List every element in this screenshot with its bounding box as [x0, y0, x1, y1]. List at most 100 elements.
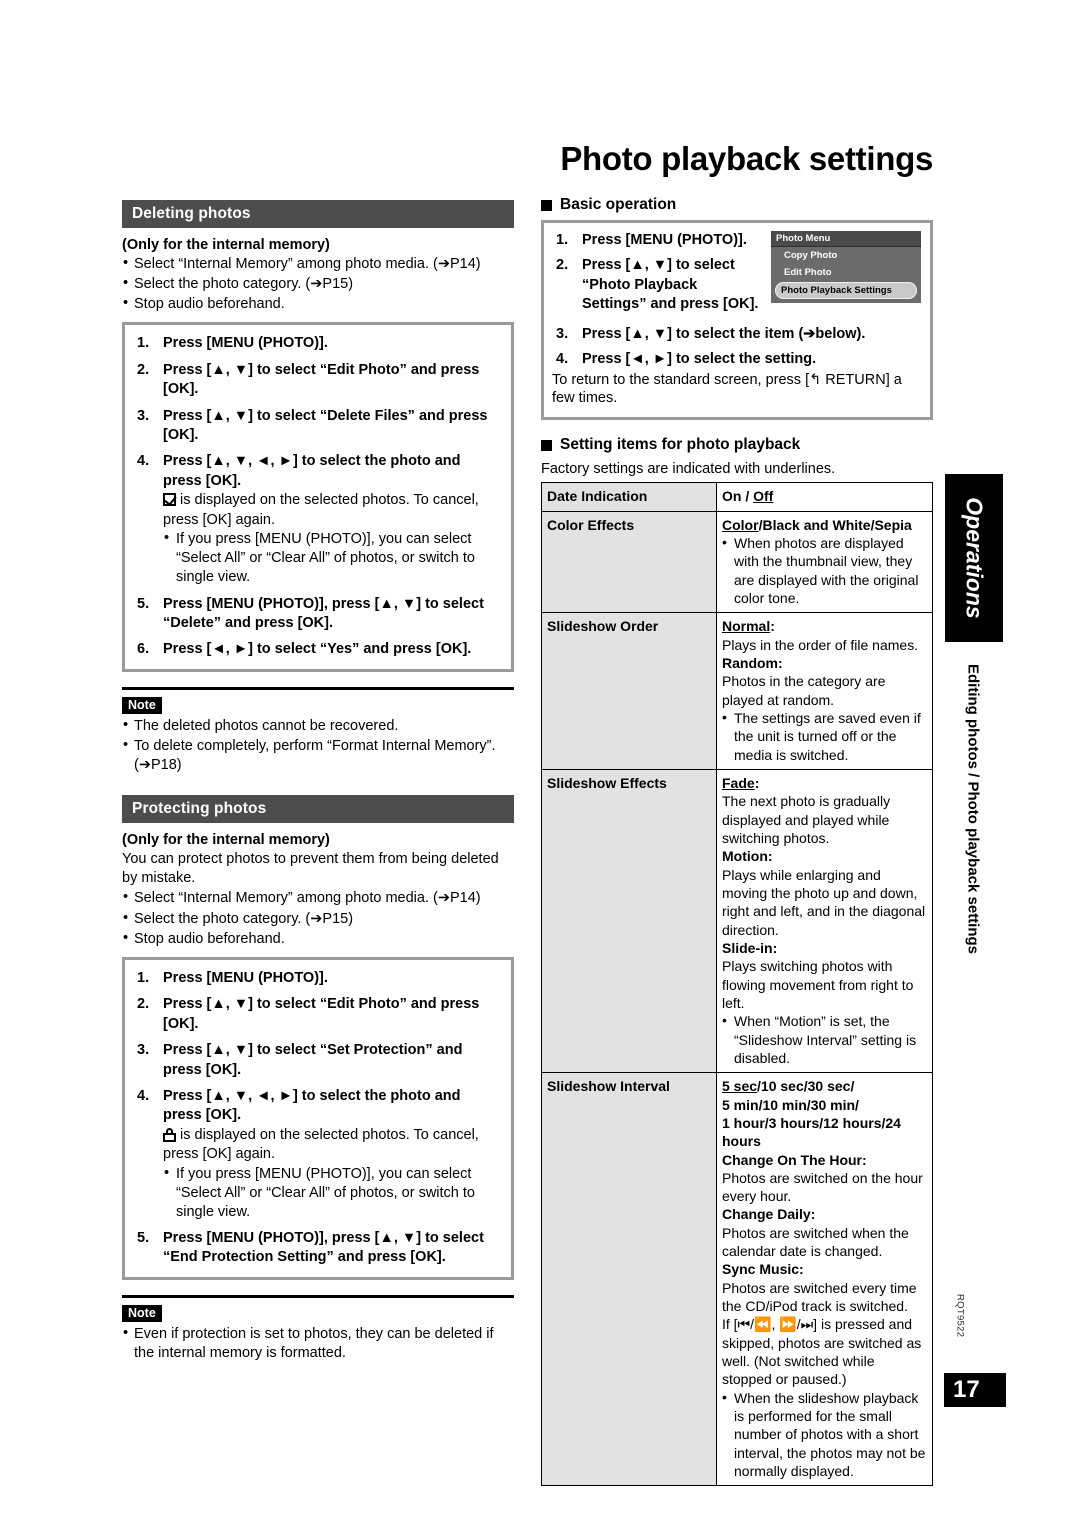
step-3: Press [▲, ▼] to select the item (➔below)…: [556, 325, 866, 345]
entry-desc: Plays while enlarging and moving the pho…: [722, 866, 926, 938]
step-4-detail-text: is displayed on the selected photos. To …: [163, 492, 479, 528]
setting-notes: When photos are displayed with the thumb…: [722, 533, 927, 607]
basic-operation-row: Press [MENU (PHOTO)]. Press [▲, ▼] to se…: [552, 231, 921, 321]
square-bullet-icon: [541, 199, 552, 211]
photo-menu-item-photo-playback-settings[interactable]: Photo Playback Settings: [775, 282, 917, 299]
settings-table: Date Indication On / Off Color Effects C…: [541, 482, 933, 1487]
manual-page: Deleting photos (Only for the internal m…: [0, 0, 1080, 1528]
step-2: Press [▲, ▼] to select “Edit Photo” and …: [133, 361, 501, 400]
setting-key: Date Indication: [541, 482, 717, 512]
entry-desc: Plays switching photos with flowing move…: [722, 958, 914, 1011]
list-item: To delete completely, perform “Format In…: [122, 736, 514, 775]
table-row: Slideshow Effects Fade: The next photo i…: [541, 768, 933, 1074]
table-row: Slideshow Interval 5 sec/10 sec/30 sec/ …: [541, 1072, 933, 1487]
step-text: Press [▲, ▼, ◄, ►] to select the photo a…: [163, 1087, 461, 1124]
step-4: Press [▲, ▼, ◄, ►] to select the photo a…: [133, 452, 501, 587]
setting-default: 5 sec: [722, 1078, 758, 1095]
setting-entry: Slide-in:: [722, 939, 778, 956]
step-text: Press [MENU (PHOTO)].: [163, 969, 328, 986]
list-item: When “Motion” is set, the “Slideshow Int…: [722, 1011, 927, 1067]
section-header-deleting-photos: Deleting photos: [122, 200, 514, 228]
lock-icon: [163, 1127, 176, 1142]
setting-key: Slideshow Effects: [541, 768, 717, 1074]
interval-options-line-3: 1 hour/3 hours/12 hours/24 hours: [722, 1114, 901, 1150]
setting-items-subtitle: Factory settings are indicated with unde…: [541, 461, 836, 478]
setting-default-off: Off: [753, 488, 774, 505]
step-5: Press [MENU (PHOTO)], press [▲, ▼] to se…: [133, 1229, 501, 1268]
step-4: Press [◄, ►] to select the setting.: [556, 350, 817, 370]
interval-options-line-1: 5 sec/10 sec/30 sec/: [722, 1078, 855, 1095]
step-text: Press [MENU (PHOTO)], press [▲, ▼] to se…: [163, 1229, 484, 1266]
setting-notes: When “Motion” is set, the “Slideshow Int…: [722, 1011, 927, 1067]
basic-operation-box: Press [MENU (PHOTO)]. Press [▲, ▼] to se…: [541, 220, 933, 421]
setting-value: On / Off: [716, 482, 933, 512]
photo-menu-item-edit-photo[interactable]: Edit Photo: [771, 264, 921, 281]
step-text: Press [▲, ▼] to select “Set Protection” …: [163, 1042, 463, 1078]
setting-entry: Random:: [722, 654, 783, 671]
step-3: Press [▲, ▼] to select “Set Protection” …: [133, 1041, 501, 1080]
photo-menu-item-copy-photo[interactable]: Copy Photo: [771, 247, 921, 264]
entry-desc: Photos are switched on the hour every ho…: [722, 1169, 923, 1205]
step-text: Press [▲, ▼] to select “Edit Photo” and …: [163, 996, 480, 1032]
step-2: Press [▲, ▼] to select “Edit Photo” and …: [133, 995, 501, 1034]
step-1: Press [MENU (PHOTO)].: [133, 969, 501, 989]
page-title: Photo playback settings: [560, 140, 933, 177]
interval-options-line-2: 5 min/10 min/30 min/: [722, 1096, 859, 1113]
setting-key: Slideshow Order: [541, 612, 717, 770]
heading-text: Basic operation: [560, 196, 677, 213]
protecting-steps-box: Press [MENU (PHOTO)]. Press [▲, ▼] to se…: [122, 956, 514, 1280]
setting-value: Color/Black and White/Sepia When photos …: [716, 510, 933, 614]
setting-notes: The settings are saved even if the unit …: [722, 708, 927, 764]
note-tag-deleting: Note: [122, 696, 162, 714]
setting-key: Slideshow Interval: [541, 1072, 717, 1487]
deleting-notes-list: The deleted photos cannot be recovered. …: [122, 716, 514, 775]
step-text: Press [▲, ▼] to select “Edit Photo” and …: [163, 361, 480, 398]
list-item: Select “Internal Memory” among photo med…: [122, 888, 514, 908]
step-3: Press [▲, ▼] to select “Delete Files” an…: [133, 407, 501, 446]
step-text: Press [▲, ▼, ◄, ►] to select the photo a…: [163, 453, 461, 489]
entry-desc: Photos are switched every time the CD/iP…: [722, 1279, 917, 1315]
page-number: 17: [944, 1373, 1006, 1407]
setting-value: 5 sec/10 sec/30 sec/ 5 min/10 min/30 min…: [716, 1072, 933, 1487]
setting-entry: Motion:: [722, 848, 773, 865]
rail-tab-operations: Operations: [945, 474, 1003, 642]
section-header-protecting-photos: Protecting photos: [122, 795, 514, 824]
table-row: Color Effects Color/Black and White/Sepi…: [541, 510, 933, 614]
side-rail: Operations Editing photos / Photo playba…: [945, 474, 1003, 954]
list-item: The settings are saved even if the unit …: [722, 708, 927, 764]
heading-setting-items: Setting items for photo playback: [541, 436, 933, 454]
protecting-subhead: (Only for the internal memory): [122, 832, 330, 849]
heading-text: Setting items for photo playback: [560, 436, 801, 454]
step-1: Press [MENU (PHOTO)].: [133, 334, 501, 354]
list-item: If you press [MENU (PHOTO)], you can sel…: [163, 529, 501, 587]
setting-options: Color/Black and White/Sepia: [722, 516, 912, 533]
entry-desc: The next photo is gradually displayed an…: [722, 793, 891, 846]
protecting-steps-list: Press [MENU (PHOTO)]. Press [▲, ▼] to se…: [133, 969, 501, 1268]
step-4-detail-text: is displayed on the selected photos. To …: [163, 1126, 479, 1163]
photo-menu-screenshot: Photo Menu Copy Photo Edit Photo Photo P…: [771, 231, 921, 303]
entry-desc: Photos are switched when the calendar da…: [722, 1224, 909, 1260]
protecting-notes-list: Even if protection is set to photos, the…: [122, 1324, 514, 1363]
step-text: Press [▲, ▼] to select “Delete Files” an…: [163, 407, 488, 444]
setting-entry: Normal:: [722, 618, 775, 635]
entry-extra: If [⏮/⏪, ⏩/⏭] is pressed and skipped, ph…: [722, 1316, 922, 1388]
setting-entry: Change On The Hour:: [722, 1151, 867, 1168]
basic-operation-steps-list-cont: Press [▲, ▼] to select the item (➔below)…: [552, 325, 921, 370]
protecting-intro: You can protect photos to prevent them f…: [122, 851, 499, 887]
setting-value: Fade: The next photo is gradually displa…: [716, 768, 933, 1074]
basic-operation-steps-col: Press [MENU (PHOTO)]. Press [▲, ▼] to se…: [552, 231, 765, 321]
deleting-steps-box: Press [MENU (PHOTO)]. Press [▲, ▼] to se…: [122, 322, 514, 672]
step-text: Press [MENU (PHOTO)].: [163, 335, 328, 352]
left-column: Deleting photos (Only for the internal m…: [122, 200, 514, 1364]
step-text: Press [MENU (PHOTO)], press [▲, ▼] to se…: [163, 595, 484, 631]
list-item: If you press [MENU (PHOTO)], you can sel…: [163, 1164, 501, 1222]
step-text: Press [◄, ►] to select “Yes” and press […: [163, 641, 472, 658]
checkbox-icon: [163, 493, 176, 507]
list-item: Select the photo category. (➔P15): [122, 274, 514, 294]
entry-term: Motion: [722, 848, 768, 865]
deleting-steps-list: Press [MENU (PHOTO)]. Press [▲, ▼] to se…: [133, 334, 501, 660]
list-item: When the slideshow playback is performed…: [722, 1388, 927, 1481]
entry-term: Change Daily: [722, 1206, 811, 1223]
table-row: Date Indication On / Off: [541, 482, 933, 512]
step-4-detail: is displayed on the selected photos. To …: [163, 1126, 501, 1165]
